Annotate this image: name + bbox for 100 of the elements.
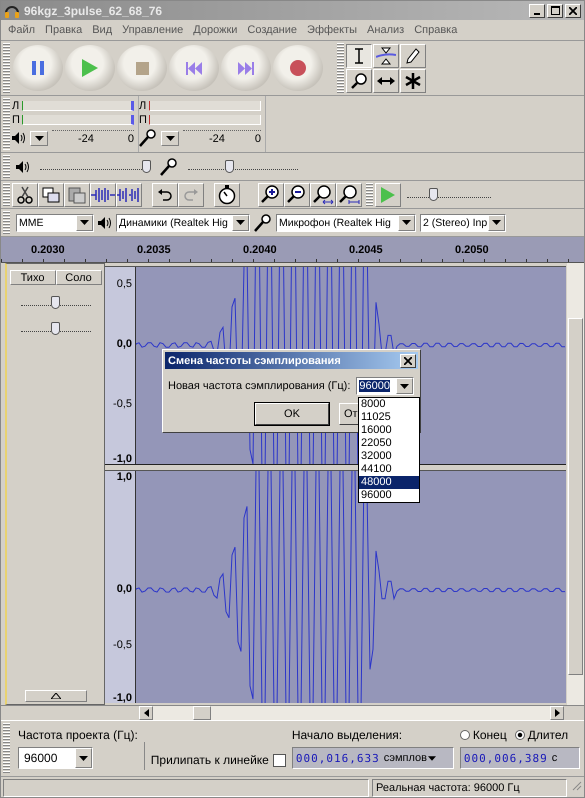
zoom-in-button[interactable] (258, 182, 284, 206)
menu-item[interactable]: Правка (40, 24, 88, 36)
maximize-button[interactable] (547, 4, 563, 18)
selection-length-field[interactable]: 000,006,389 с (460, 747, 580, 769)
dropdown-option[interactable]: 96000 (359, 489, 419, 502)
paste-button[interactable] (64, 182, 90, 206)
mute-button[interactable]: Тихо (10, 270, 56, 285)
menu-item[interactable]: Файл (3, 24, 40, 36)
caret-icon (400, 384, 410, 388)
close-button[interactable] (565, 4, 581, 18)
channel-label: П (139, 114, 148, 126)
record-icon (290, 60, 306, 76)
resize-grip-icon (570, 779, 582, 791)
slider-thumb[interactable] (50, 296, 60, 308)
speaker-icon (12, 132, 26, 144)
waveform-icon (91, 186, 115, 202)
caret-icon (428, 756, 436, 760)
ruler-label: 0.2050 (455, 244, 490, 256)
slider-thumb[interactable] (224, 160, 234, 173)
toolbar-grip[interactable] (366, 183, 373, 206)
toolbar-grip[interactable] (3, 211, 10, 234)
timeline-ruler[interactable]: 0.2030 0.2035 0.2040 0.2045 0.2050 (1, 237, 584, 263)
caret-icon (402, 220, 411, 225)
ok-button[interactable]: OK (255, 403, 329, 425)
dropdown-option[interactable]: 44100 (359, 463, 419, 476)
host-dropdown[interactable]: MME (16, 214, 94, 232)
toolbar-grip[interactable] (3, 43, 10, 93)
menu-item[interactable]: Вид (87, 24, 118, 36)
menu-item[interactable]: Дорожки (188, 24, 242, 36)
snap-label: Прилипать к линейке (150, 753, 269, 767)
scroll-thumb[interactable] (568, 318, 583, 675)
meter-menu-button[interactable] (30, 130, 48, 146)
select-tool-button[interactable] (346, 44, 372, 68)
meter-menu-button[interactable] (161, 130, 179, 146)
scroll-thumb[interactable] (193, 706, 211, 720)
toolbar-grip[interactable] (3, 183, 10, 206)
undo-button[interactable] (152, 182, 178, 206)
input-device-dropdown[interactable]: Микрофон (Realtek Hig (276, 214, 416, 232)
horizontal-scrollbar[interactable] (139, 706, 564, 720)
draw-tool-button[interactable] (400, 44, 426, 68)
speaker-icon (98, 216, 112, 228)
project-rate-dropdown[interactable]: 96000 (18, 747, 93, 769)
toolbar-grip[interactable] (3, 723, 10, 774)
toolbar-grip[interactable] (3, 98, 10, 150)
solo-button[interactable]: Соло (56, 270, 102, 285)
close-button[interactable] (400, 354, 416, 368)
radio-option[interactable]: Конец (460, 728, 507, 742)
cut-button[interactable] (12, 182, 38, 206)
multi-tool-button[interactable] (400, 68, 426, 92)
dropdown-option[interactable]: 32000 (359, 450, 419, 463)
close-icon (404, 356, 412, 364)
pencil-icon (406, 48, 420, 64)
envelope-tool-icon (376, 46, 396, 64)
sync-button[interactable] (214, 182, 240, 206)
radio-option[interactable]: Длител (514, 728, 568, 742)
toolbar-grip[interactable] (3, 155, 10, 178)
slider-thumb[interactable] (142, 160, 151, 173)
microphone-icon (160, 158, 178, 176)
rate-dropdown[interactable]: 96000 (356, 377, 414, 395)
minimize-icon (534, 12, 540, 14)
silence-button[interactable] (116, 182, 142, 206)
dropdown-option[interactable]: 16000 (359, 424, 419, 437)
dropdown-option[interactable]: 11025 (359, 411, 419, 424)
vertical-scrollbar[interactable] (567, 263, 584, 705)
units-dropdown[interactable]: сэмплов (384, 752, 436, 764)
trim-button[interactable] (90, 182, 116, 206)
zoom-out-button[interactable] (284, 182, 310, 206)
menu-item[interactable]: Эффекты (302, 24, 362, 36)
toolbar-grip[interactable] (337, 43, 344, 93)
copy-button[interactable] (38, 182, 64, 206)
zoom-tool-button[interactable] (346, 68, 372, 92)
dropdown-option[interactable]: 8000 (359, 398, 419, 411)
caret-icon (166, 136, 174, 140)
slider-thumb[interactable] (428, 188, 438, 201)
pause-button[interactable] (13, 45, 63, 91)
envelope-tool-button[interactable] (373, 44, 399, 68)
ruler-label: 0.2030 (31, 244, 66, 256)
slider-thumb[interactable] (50, 322, 60, 334)
dropdown-option[interactable]: 48000 (359, 476, 419, 489)
channels-dropdown[interactable]: 2 (Stereo) Inp (420, 214, 506, 232)
fit-project-button[interactable] (336, 182, 362, 206)
menu-item[interactable]: Управление (117, 24, 188, 36)
fit-selection-button[interactable] (310, 182, 336, 206)
microphone-icon (139, 129, 157, 147)
stop-icon (136, 62, 148, 74)
menu-item[interactable]: Справка (409, 24, 462, 36)
selection-start-field[interactable]: 000,016,633 сэмплов (292, 747, 454, 769)
snap-checkbox[interactable] (272, 754, 286, 766)
menu-item[interactable]: Создание (242, 24, 302, 36)
output-device-dropdown[interactable]: Динамики (Realtek Hig (116, 214, 250, 232)
play-at-speed-button[interactable] (375, 182, 401, 206)
ruler-label: 0.2040 (243, 244, 278, 256)
menu-item[interactable]: Анализ (362, 24, 410, 36)
dialog-title: Смена частоты сэмплирования (168, 354, 341, 366)
collapse-button[interactable] (24, 690, 86, 702)
timeshift-tool-button[interactable] (373, 68, 399, 92)
channel-label: Л (139, 100, 148, 112)
dropdown-option[interactable]: 22050 (359, 437, 419, 450)
pause-icon (32, 61, 44, 75)
minimize-button[interactable] (529, 4, 545, 18)
